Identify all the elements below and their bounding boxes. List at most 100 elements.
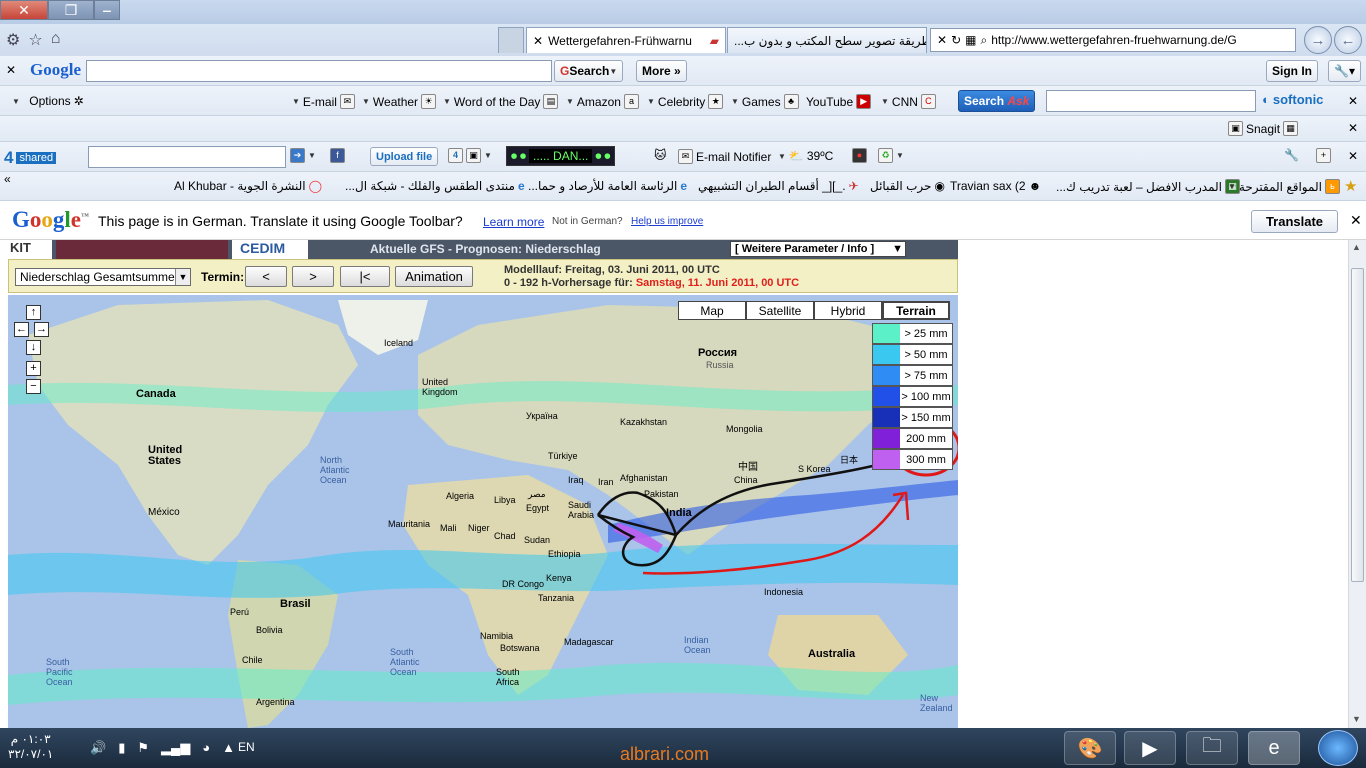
ask-search-button[interactable]: Search Ask bbox=[958, 90, 1036, 112]
close-translate-icon[interactable]: ✕ bbox=[1350, 212, 1362, 229]
page-scrollbar[interactable]: ▲ ▼ bbox=[1348, 240, 1366, 728]
favorite-tribes[interactable]: حرب القبائل ◉ bbox=[870, 179, 945, 193]
cat-icon[interactable]: 🐱 bbox=[654, 148, 667, 162]
minimize-window-button[interactable]: ‒ bbox=[94, 0, 120, 20]
snagit-button[interactable]: ▣ Snagit ▦ bbox=[1228, 121, 1299, 136]
weather-link[interactable]: ▼ Weather ☀ bbox=[362, 94, 437, 109]
pan-right-button[interactable]: → bbox=[34, 322, 49, 337]
word-of-day-link[interactable]: ▼ Word of the Day ▤ bbox=[443, 94, 559, 109]
amazon-link[interactable]: ▼ Amazon a bbox=[566, 94, 639, 109]
wrench-settings-icon[interactable]: 🔧 bbox=[1284, 148, 1299, 162]
radio-player[interactable]: ⏺ ⏺ ..... DAN... ⏺ ⏺ bbox=[506, 146, 616, 166]
sign-in-button[interactable]: Sign In bbox=[1266, 60, 1318, 82]
weather-widget[interactable]: ▼ ⛅ 39ºC bbox=[778, 149, 833, 163]
media-player-icon[interactable]: ▶ bbox=[1124, 731, 1176, 765]
close-icon[interactable]: ✕ bbox=[937, 33, 947, 47]
learn-more-link[interactable]: Learn more bbox=[483, 215, 544, 229]
maptype-hybrid[interactable]: Hybrid bbox=[814, 301, 882, 320]
add-icon[interactable]: + bbox=[1316, 148, 1331, 163]
scrollbar-thumb[interactable] bbox=[1351, 268, 1364, 582]
tab-wettergefahren[interactable]: ✕ Wettergefahren-Frühwarnu ▰ bbox=[526, 27, 726, 53]
maptype-map[interactable]: Map bbox=[678, 301, 746, 320]
google-search-input[interactable] bbox=[86, 60, 552, 82]
favorite-weather-forum[interactable]: منتدى الطقس والفلك - شبكة ال... e bbox=[345, 179, 525, 193]
softonic-link[interactable]: ◐ softonic bbox=[1262, 92, 1323, 107]
update-icon[interactable]: ◕ bbox=[202, 740, 210, 756]
close-toolbar-icon[interactable]: ✕ bbox=[6, 63, 16, 77]
4shared-app-icon[interactable]: 4 ▣ ▼ bbox=[448, 148, 492, 163]
youtube-link[interactable]: YouTube ▶ bbox=[806, 94, 872, 109]
animation-button[interactable]: Animation bbox=[395, 266, 473, 287]
explorer-folder-icon[interactable]: 🗀 bbox=[1186, 731, 1238, 765]
pan-up-button[interactable]: ↑ bbox=[26, 305, 41, 320]
upload-file-button[interactable]: Upload file bbox=[370, 147, 439, 166]
recycle-icon[interactable]: ♻ ▼ bbox=[878, 148, 904, 163]
maptype-terrain[interactable]: Terrain bbox=[882, 301, 950, 320]
tab-arabic[interactable]: طريقة تصوير سطح المكتب و بدون ب... e bbox=[727, 27, 927, 53]
language-indicator[interactable]: EN bbox=[238, 740, 255, 754]
options-menu[interactable]: ▼ Options ✲ bbox=[12, 94, 84, 108]
refresh-icon[interactable]: ↻ bbox=[951, 33, 961, 47]
forward-button[interactable]: → bbox=[1304, 26, 1332, 54]
back-button[interactable]: ← bbox=[1334, 26, 1362, 54]
internet-explorer-icon[interactable]: e bbox=[1248, 731, 1300, 765]
close-window-button[interactable]: ✕ bbox=[0, 0, 48, 20]
cnn-link[interactable]: ▼ CNN C bbox=[881, 94, 936, 109]
new-tab-button[interactable] bbox=[498, 27, 524, 53]
record-icon[interactable]: ● bbox=[852, 148, 867, 163]
tab-close-icon[interactable]: ✕ bbox=[533, 34, 543, 48]
close-links-toolbar-icon[interactable]: ✕ bbox=[1348, 94, 1358, 108]
help-improve-link[interactable]: Help us improve bbox=[631, 216, 703, 227]
email-notifier[interactable]: ✉ E-mail Notifier bbox=[678, 149, 771, 164]
close-4shared-toolbar-icon[interactable]: ✕ bbox=[1348, 149, 1358, 163]
favorite-alkhubar[interactable]: النشرة الجوية - Al Khubar ◯ bbox=[174, 179, 322, 193]
address-bar[interactable]: ✕ ↻ ▦ ⌕ http://www.wettergefahren-fruehw… bbox=[930, 28, 1296, 52]
favorite-flight-sim[interactable]: ._][_ أقسام الطيران التشبيهي ✈ bbox=[698, 179, 859, 193]
favorite-coach[interactable]: المدرب الافضل – لعبة تدريب ك... ▦ bbox=[1056, 179, 1241, 194]
4shared-search-input[interactable] bbox=[88, 146, 286, 168]
google-search-button[interactable]: G Search ▼ bbox=[554, 60, 624, 82]
gear-icon[interactable]: ⚙ bbox=[6, 30, 20, 50]
volume-icon[interactable]: 🔊 bbox=[90, 740, 106, 756]
more-button[interactable]: More » bbox=[636, 60, 687, 82]
home-icon[interactable]: ⌂ bbox=[51, 30, 61, 50]
maptype-satellite[interactable]: Satellite bbox=[746, 301, 814, 320]
paint-app-icon[interactable]: 🎨 bbox=[1064, 731, 1116, 765]
chevron-expand-icon[interactable]: « bbox=[4, 172, 11, 186]
clock[interactable]: ٠١:٠٣ م ٣٢/٠٧/٠١ bbox=[8, 732, 53, 762]
favorites-star-add-icon[interactable]: ★ bbox=[1344, 177, 1357, 195]
zoom-out-button[interactable]: − bbox=[26, 379, 41, 394]
start-button[interactable] bbox=[1318, 730, 1358, 766]
first-button[interactable]: |< bbox=[340, 266, 390, 287]
ask-search-input[interactable] bbox=[1046, 90, 1256, 112]
precipitation-map[interactable]: Canada United States México Brasil Perú … bbox=[8, 295, 958, 728]
next-button[interactable]: > bbox=[292, 266, 334, 287]
facebook-icon[interactable]: f bbox=[330, 148, 345, 163]
games-link[interactable]: ▼ Games ♣ bbox=[731, 94, 799, 109]
wrench-icon[interactable]: 🔧▾ bbox=[1328, 60, 1361, 82]
legend-row: > 25 mm bbox=[872, 323, 953, 344]
pan-down-button[interactable]: ↓ bbox=[26, 340, 41, 355]
show-hidden-icon[interactable]: ▲ bbox=[222, 740, 235, 756]
compat-icon[interactable]: ▦ bbox=[965, 33, 976, 47]
favorite-meteorology[interactable]: الرئاسة العامة للأرصاد و حما... e bbox=[528, 179, 687, 193]
search-icon[interactable]: ⌕ bbox=[980, 33, 987, 48]
flag-icon[interactable]: ⚑ bbox=[137, 740, 149, 756]
pan-left-button[interactable]: ← bbox=[14, 322, 29, 337]
translate-button[interactable]: Translate bbox=[1251, 210, 1338, 233]
4shared-go-icon[interactable]: ➔ ▼ bbox=[290, 148, 316, 163]
close-snagit-toolbar-icon[interactable]: ✕ bbox=[1348, 121, 1358, 135]
previous-button[interactable]: < bbox=[245, 266, 287, 287]
zoom-in-button[interactable]: + bbox=[26, 361, 41, 376]
email-link[interactable]: ▼ E-mail ✉ bbox=[292, 94, 355, 109]
restore-window-button[interactable]: ❐ bbox=[48, 0, 94, 20]
favorites-star-icon[interactable]: ☆ bbox=[28, 30, 42, 50]
favorite-travian[interactable]: Travian sax (2 ☻ bbox=[950, 179, 1041, 193]
battery-icon[interactable]: ▮ bbox=[118, 740, 125, 756]
suggested-sites[interactable]: ▼ المواقع المقترحة ь bbox=[1228, 179, 1340, 194]
parameter-select[interactable]: Niederschlag Gesamtsumme ▼ bbox=[15, 268, 191, 286]
celebrity-link[interactable]: ▼ Celebrity ★ bbox=[647, 94, 724, 109]
parameter-info-select[interactable]: [ Weitere Parameter / Info ] ▼ bbox=[730, 241, 906, 257]
4shared-logo[interactable]: 4 shared bbox=[4, 148, 57, 168]
network-icon[interactable]: ▂▄▆ bbox=[161, 740, 190, 756]
